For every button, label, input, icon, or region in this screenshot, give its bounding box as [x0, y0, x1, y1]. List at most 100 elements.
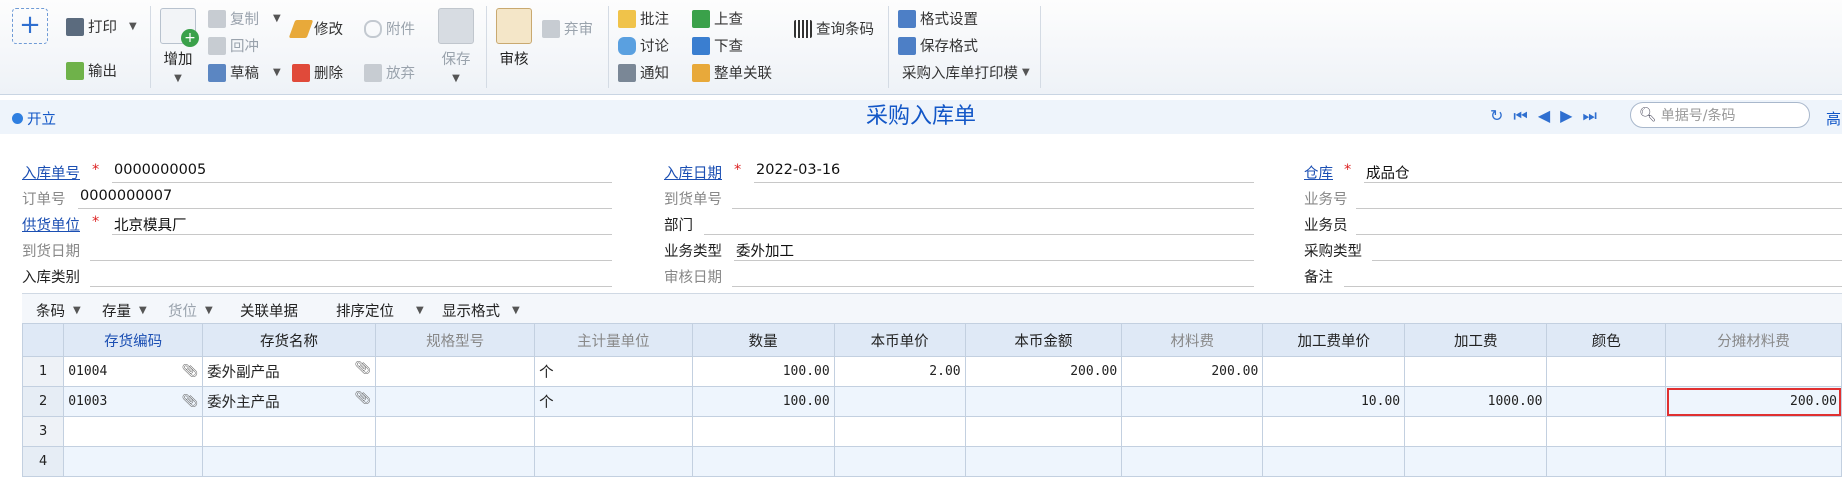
warehouse-field[interactable]: 成品仓: [1366, 162, 1410, 183]
modify-button[interactable]: 修改: [288, 18, 343, 39]
warehouse-label[interactable]: 仓库: [1304, 162, 1333, 183]
table-cell[interactable]: [1546, 356, 1666, 387]
table-cell[interactable]: [691, 416, 835, 447]
table-cell[interactable]: [833, 386, 966, 417]
table-cell[interactable]: [1404, 416, 1548, 447]
add-button[interactable]: + 增加 ▼: [158, 8, 199, 85]
table-cell[interactable]: [63, 416, 204, 447]
table-row[interactable]: 2 01003 📎︎ 委外主产品 📎︎ 个 100.00 10.00 1000.00…: [21, 386, 1842, 417]
table-cell[interactable]: [202, 446, 376, 477]
notify-button[interactable]: 通知: [618, 62, 669, 83]
advanced-link[interactable]: 高: [1826, 108, 1841, 129]
inbound-date-label[interactable]: 入库日期: [664, 162, 722, 183]
column-header[interactable]: 规格型号: [374, 323, 536, 357]
biz-type-field[interactable]: 委外加工: [736, 240, 794, 261]
review-date-field[interactable]: [732, 286, 1254, 287]
table-cell[interactable]: [1546, 386, 1666, 417]
column-header[interactable]: 主计量单位: [534, 323, 693, 357]
barcode-menu[interactable]: 条码 ▼: [36, 300, 81, 321]
table-cell[interactable]: [1262, 446, 1406, 477]
arrival-date-field[interactable]: [90, 260, 612, 261]
table-row[interactable]: 4: [21, 446, 1842, 477]
chevron-down-icon[interactable]: ▼: [174, 73, 182, 84]
allocated-material-cell[interactable]: 200.00: [1665, 386, 1842, 417]
table-cell[interactable]: [964, 416, 1123, 447]
chevron-down-icon[interactable]: ▼: [452, 73, 460, 84]
table-cell[interactable]: [1121, 446, 1264, 477]
barcode-query-button[interactable]: 查询条码: [794, 18, 874, 39]
table-row[interactable]: 3: [21, 416, 1842, 447]
print-button[interactable]: 打印 ▼: [66, 16, 137, 37]
table-cell[interactable]: [1262, 416, 1406, 447]
table-cell[interactable]: [964, 446, 1123, 477]
save-format-button[interactable]: 保存格式: [898, 35, 978, 56]
remark-field[interactable]: [1344, 286, 1842, 287]
column-header[interactable]: 材料费: [1121, 323, 1264, 357]
table-cell[interactable]: [1546, 446, 1666, 477]
display-format-menu[interactable]: 显示格式 ▼: [442, 300, 520, 321]
column-header[interactable]: 加工费单价: [1262, 323, 1406, 357]
location-menu[interactable]: 货位 ▼: [168, 300, 213, 321]
prev-record-icon[interactable]: ◀: [1538, 107, 1550, 125]
table-cell[interactable]: [1665, 356, 1842, 387]
biz-no-field[interactable]: [1356, 208, 1842, 209]
table-cell[interactable]: [833, 446, 966, 477]
next-check-button[interactable]: 下查: [692, 35, 743, 56]
table-cell[interactable]: 100.00: [691, 356, 835, 387]
table-cell[interactable]: 个: [534, 356, 693, 387]
first-record-icon[interactable]: ⏮: [1513, 107, 1527, 125]
inbound-type-field[interactable]: [90, 286, 612, 287]
table-cell[interactable]: 200.00: [964, 356, 1123, 387]
order-no-field[interactable]: 0000000007: [80, 188, 172, 204]
column-header[interactable]: 本币单价: [833, 323, 966, 357]
salesman-field[interactable]: [1356, 234, 1842, 235]
table-cell[interactable]: [1546, 416, 1666, 447]
search-input[interactable]: 🔍︎ 单据号/条码: [1630, 102, 1810, 128]
inbound-date-field[interactable]: 2022-03-16: [756, 162, 840, 178]
table-cell[interactable]: [833, 416, 966, 447]
sort-locate-menu[interactable]: 排序定位 ▼: [336, 300, 424, 321]
table-cell[interactable]: [1404, 356, 1548, 387]
table-cell[interactable]: 2.00: [833, 356, 966, 387]
table-cell[interactable]: [63, 446, 204, 477]
table-cell[interactable]: 100.00: [691, 386, 835, 417]
link-all-button[interactable]: 整单关联: [692, 62, 772, 83]
print-template-select[interactable]: 采购入库单打印模 ▼: [902, 62, 1030, 83]
discuss-button[interactable]: 讨论: [618, 35, 669, 56]
column-header[interactable]: 存货编码: [63, 323, 204, 357]
delete-button[interactable]: 删除: [292, 62, 343, 83]
column-header[interactable]: 存货名称: [202, 323, 376, 357]
table-cell[interactable]: [534, 446, 693, 477]
linked-docs-button[interactable]: 关联单据: [240, 300, 298, 321]
discard-review-button[interactable]: 弃审: [542, 18, 593, 39]
table-cell[interactable]: [374, 386, 536, 417]
save-button[interactable]: 保存 ▼: [436, 8, 476, 85]
table-cell[interactable]: [1404, 446, 1548, 477]
supplier-field[interactable]: 北京模具厂: [114, 214, 187, 235]
column-header[interactable]: 颜色: [1546, 323, 1666, 357]
chevron-down-icon[interactable]: ▼: [129, 21, 137, 32]
copy-button[interactable]: 复制 ▼: [208, 8, 281, 29]
export-button[interactable]: 输出: [66, 60, 117, 81]
inbound-no-field[interactable]: 0000000005: [114, 162, 206, 178]
table-cell[interactable]: 200.00: [1121, 356, 1264, 387]
abandon-button[interactable]: 放弃: [364, 62, 415, 83]
supplier-label[interactable]: 供货单位: [22, 214, 80, 235]
chevron-down-icon[interactable]: ▼: [273, 13, 281, 24]
stock-menu[interactable]: 存量 ▼: [102, 300, 147, 321]
column-header[interactable]: 加工费: [1404, 323, 1548, 357]
table-cell[interactable]: 10.00: [1262, 386, 1406, 417]
table-cell[interactable]: [1121, 416, 1264, 447]
table-cell[interactable]: [691, 446, 835, 477]
column-header[interactable]: 数量: [691, 323, 835, 357]
paperclip-icon[interactable]: 📎︎: [182, 394, 199, 409]
next-record-icon[interactable]: ▶: [1560, 107, 1572, 125]
table-cell[interactable]: [1665, 446, 1842, 477]
annotate-button[interactable]: 批注: [618, 8, 669, 29]
column-header[interactable]: 本币金额: [964, 323, 1123, 357]
table-cell[interactable]: [202, 416, 376, 447]
prev-check-button[interactable]: 上查: [692, 8, 743, 29]
chevron-down-icon[interactable]: ▼: [273, 67, 281, 78]
table-cell[interactable]: [374, 356, 536, 387]
table-cell[interactable]: [1665, 416, 1842, 447]
